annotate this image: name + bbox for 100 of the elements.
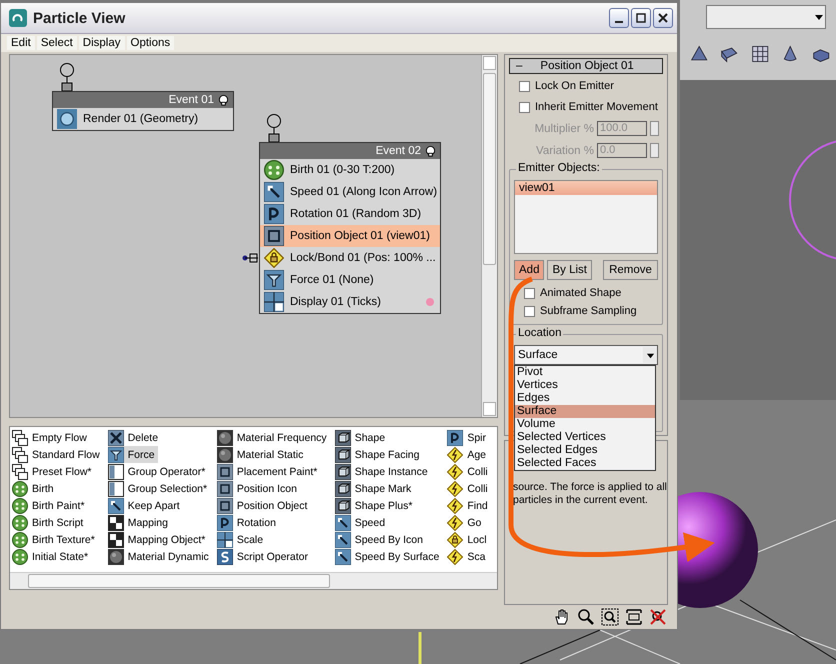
dropdown-option[interactable]: Vertices bbox=[515, 379, 655, 392]
event-node[interactable]: Event 01 Render 01 (Geometry) bbox=[52, 91, 234, 131]
depot-item[interactable]: Material Dynamic bbox=[108, 548, 212, 565]
depot-item[interactable]: Age bbox=[447, 446, 490, 463]
spinner-arrows[interactable] bbox=[650, 143, 659, 158]
panel-button[interactable]: Add bbox=[514, 260, 544, 280]
depot-item[interactable]: Mapping Object* bbox=[108, 531, 208, 548]
panel-button[interactable]: Remove bbox=[602, 260, 658, 280]
emitter-list[interactable]: view01 bbox=[514, 180, 658, 254]
depot-item[interactable]: Mapping bbox=[108, 514, 171, 531]
depot-item[interactable]: Preset Flow* bbox=[12, 463, 95, 480]
depot-item[interactable]: Keep Apart bbox=[108, 497, 183, 514]
depot-item[interactable]: Birth Script bbox=[12, 514, 86, 531]
operator-row[interactable]: Position Object 01 (view01) bbox=[260, 225, 440, 247]
rollout-header[interactable]: – Position Object 01 bbox=[509, 58, 663, 74]
grid-square-icon bbox=[264, 292, 284, 312]
depot-item[interactable]: Placement Paint* bbox=[216, 463, 320, 480]
no-zoom-icon[interactable] bbox=[649, 608, 667, 626]
depot-item[interactable]: Speed By Surface bbox=[334, 548, 442, 565]
checkbox[interactable] bbox=[524, 306, 535, 316]
depot-item[interactable]: Script Operator bbox=[216, 548, 312, 565]
menu-item[interactable]: Edit bbox=[7, 36, 35, 50]
stacked-windows-icon bbox=[12, 430, 28, 446]
depot-item[interactable]: Position Icon bbox=[216, 480, 300, 497]
dropdown-option[interactable]: Selected Vertices bbox=[515, 431, 655, 444]
panel-button[interactable]: By List bbox=[547, 260, 592, 280]
grid-square-icon bbox=[216, 532, 233, 548]
checkbox[interactable] bbox=[524, 288, 535, 298]
depot-item[interactable]: Shape Instance bbox=[334, 463, 431, 480]
depot-item[interactable]: Find bbox=[447, 497, 491, 514]
bulb-icon[interactable] bbox=[425, 146, 436, 156]
depot-item[interactable]: Birth Paint* bbox=[12, 497, 88, 514]
spinner-arrows[interactable] bbox=[650, 121, 659, 136]
operator-row[interactable]: Speed 01 (Along Icon Arrow) bbox=[260, 181, 440, 203]
close-button[interactable] bbox=[653, 8, 673, 28]
minimize-button[interactable] bbox=[609, 8, 629, 28]
depot-item[interactable]: Material Frequency bbox=[216, 429, 330, 446]
depot-item[interactable]: Birth Texture* bbox=[12, 531, 98, 548]
zoom-icon[interactable] bbox=[577, 608, 595, 626]
depot-item[interactable]: Go bbox=[447, 514, 484, 531]
dropdown-option[interactable]: Pivot bbox=[515, 366, 655, 379]
depot-item[interactable]: Material Static bbox=[216, 446, 306, 463]
operator-label: Force 01 (None) bbox=[290, 274, 374, 286]
operator-row[interactable]: Display 01 (Ticks) bbox=[260, 291, 440, 313]
depot-item[interactable]: Rotation bbox=[216, 514, 279, 531]
depot-item[interactable]: Initial State* bbox=[12, 548, 92, 565]
scrollbar[interactable] bbox=[481, 55, 497, 417]
list-item[interactable]: view01 bbox=[515, 181, 657, 195]
depot-item[interactable]: Locl bbox=[447, 531, 490, 548]
dropdown-option[interactable]: Volume bbox=[515, 418, 655, 431]
maximize-button[interactable] bbox=[631, 8, 651, 28]
input-connector[interactable] bbox=[59, 63, 75, 91]
menu-item[interactable]: Display bbox=[78, 36, 125, 50]
operator-row[interactable]: Lock/Bond 01 (Pos: 100% ... bbox=[260, 247, 440, 269]
depot-item[interactable]: Sca bbox=[447, 548, 488, 565]
dropdown-option[interactable]: Surface bbox=[515, 405, 655, 418]
depot-item[interactable]: Shape Plus* bbox=[334, 497, 416, 514]
operator-row[interactable]: Birth 01 (0-30 T:200) bbox=[260, 159, 440, 181]
scrollbar[interactable] bbox=[10, 572, 497, 589]
depot-item[interactable]: Force bbox=[108, 446, 158, 463]
bulb-icon[interactable] bbox=[218, 94, 229, 106]
padlock-diamond-icon bbox=[264, 248, 284, 268]
location-dropdown[interactable]: Surface bbox=[514, 345, 658, 365]
cube-icon bbox=[334, 446, 351, 462]
operator-row[interactable]: Force 01 (None) bbox=[260, 269, 440, 291]
depot-item[interactable]: Group Operator* bbox=[108, 463, 208, 480]
depot-item[interactable]: Standard Flow bbox=[12, 446, 103, 463]
depot-item[interactable]: Group Selection* bbox=[108, 480, 210, 497]
depot-item[interactable]: Delete bbox=[108, 429, 162, 446]
output-connector[interactable] bbox=[242, 252, 258, 264]
depot-item[interactable]: Colli bbox=[447, 463, 491, 480]
dropdown-option[interactable]: Selected Edges bbox=[515, 444, 655, 457]
checkbox-label: Subframe Sampling bbox=[540, 305, 637, 317]
depot-item[interactable]: Shape bbox=[334, 429, 388, 446]
depot-item[interactable]: Scale bbox=[216, 531, 266, 548]
split-box-icon bbox=[108, 480, 124, 496]
app-icon bbox=[9, 9, 27, 27]
depot-item[interactable]: Speed By Icon bbox=[334, 531, 426, 548]
depot-item[interactable]: Speed bbox=[334, 514, 388, 531]
dropdown-option[interactable]: Edges bbox=[515, 392, 655, 405]
depot-item[interactable]: Spir bbox=[447, 429, 490, 446]
dropdown-field[interactable] bbox=[706, 5, 826, 29]
depot-item[interactable]: Shape Facing bbox=[334, 446, 422, 463]
checkbox[interactable] bbox=[519, 102, 530, 112]
input-connector[interactable] bbox=[266, 114, 282, 142]
depot-item[interactable]: Shape Mark bbox=[334, 480, 414, 497]
operator-row[interactable]: Render 01 (Geometry) bbox=[53, 108, 233, 130]
menu-item[interactable]: Select bbox=[36, 36, 77, 50]
depot-item[interactable]: Empty Flow bbox=[12, 429, 90, 446]
arrow-icon bbox=[264, 182, 284, 202]
zoom-region-icon[interactable] bbox=[601, 608, 619, 626]
depot-item[interactable]: Position Object bbox=[216, 497, 310, 514]
depot-item[interactable]: Colli bbox=[447, 480, 491, 497]
depot-item[interactable]: Birth bbox=[12, 480, 57, 497]
zoom-extents-icon[interactable] bbox=[625, 608, 643, 626]
grid-icon[interactable] bbox=[750, 43, 770, 65]
dropdown-option[interactable]: Selected Faces bbox=[515, 457, 655, 470]
operator-row[interactable]: Rotation 01 (Random 3D) bbox=[260, 203, 440, 225]
menu-item[interactable]: Options bbox=[126, 36, 174, 50]
checkbox[interactable] bbox=[519, 80, 530, 92]
